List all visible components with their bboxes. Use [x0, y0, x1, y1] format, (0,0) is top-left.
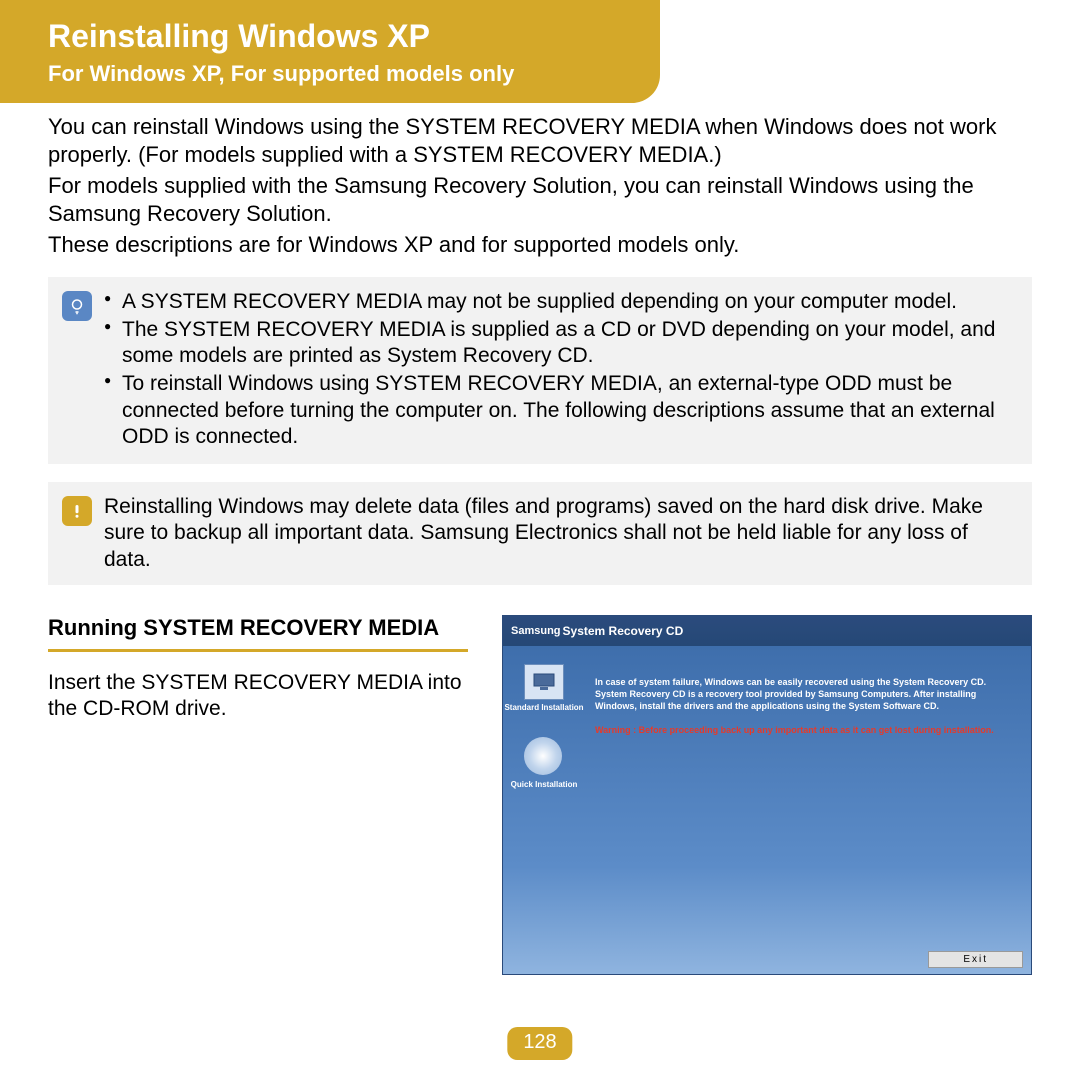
intro-paragraph: For models supplied with the Samsung Rec…: [48, 172, 1032, 227]
quick-installation-option[interactable]: Quick Installation: [503, 733, 585, 790]
screenshot-main: In case of system failure, Windows can b…: [585, 646, 1031, 974]
exit-button[interactable]: Exit: [928, 951, 1023, 968]
section-text: Insert the SYSTEM RECOVERY MEDIA into th…: [48, 670, 472, 723]
left-column: Running SYSTEM RECOVERY MEDIA Insert the…: [48, 615, 472, 975]
screenshot-title: System Recovery CD: [563, 624, 684, 638]
section-heading: Running SYSTEM RECOVERY MEDIA: [48, 615, 468, 652]
recovery-cd-screenshot: Samsung System Recovery CD Stand: [502, 615, 1032, 975]
info-note-item: To reinstall Windows using SYSTEM RECOVE…: [104, 371, 1018, 450]
intro-paragraph: These descriptions are for Windows XP an…: [48, 231, 1032, 259]
disc-icon: [520, 733, 568, 777]
page-number: 128: [507, 1027, 572, 1060]
warning-note-body: Reinstalling Windows may delete data (fi…: [104, 494, 1018, 573]
right-column: Samsung System Recovery CD Stand: [502, 615, 1032, 975]
page-header: Reinstalling Windows XP For Windows XP, …: [0, 0, 660, 103]
lightbulb-icon: [62, 291, 92, 321]
page-title: Reinstalling Windows XP: [48, 18, 612, 55]
two-column-section: Running SYSTEM RECOVERY MEDIA Insert the…: [48, 615, 1032, 975]
page-subtitle: For Windows XP, For supported models onl…: [48, 61, 612, 87]
screenshot-sidebar: Standard Installation Quick Installation: [503, 646, 585, 974]
screenshot-body: Standard Installation Quick Installation…: [503, 646, 1031, 974]
screenshot-description: In case of system failure, Windows can b…: [595, 676, 1013, 712]
quick-installation-label: Quick Installation: [503, 781, 585, 790]
info-note-item: The SYSTEM RECOVERY MEDIA is supplied as…: [104, 317, 1018, 370]
screenshot-warning: Warning : Before proceeding back up any …: [595, 724, 1013, 736]
screenshot-title-bar: Samsung System Recovery CD: [503, 616, 1031, 646]
page-content: You can reinstall Windows using the SYST…: [0, 103, 1080, 975]
standard-installation-label: Standard Installation: [503, 704, 585, 713]
intro-paragraph: You can reinstall Windows using the SYST…: [48, 113, 1032, 168]
screenshot-brand: Samsung: [511, 625, 561, 637]
warning-note-box: Reinstalling Windows may delete data (fi…: [48, 482, 1032, 585]
exclamation-icon: [62, 496, 92, 526]
standard-installation-option[interactable]: Standard Installation: [503, 664, 585, 713]
info-note-body: A SYSTEM RECOVERY MEDIA may not be suppl…: [104, 289, 1018, 453]
computer-icon: [524, 664, 564, 700]
info-note-box: A SYSTEM RECOVERY MEDIA may not be suppl…: [48, 277, 1032, 465]
info-note-item: A SYSTEM RECOVERY MEDIA may not be suppl…: [104, 289, 1018, 315]
intro-block: You can reinstall Windows using the SYST…: [48, 113, 1032, 259]
